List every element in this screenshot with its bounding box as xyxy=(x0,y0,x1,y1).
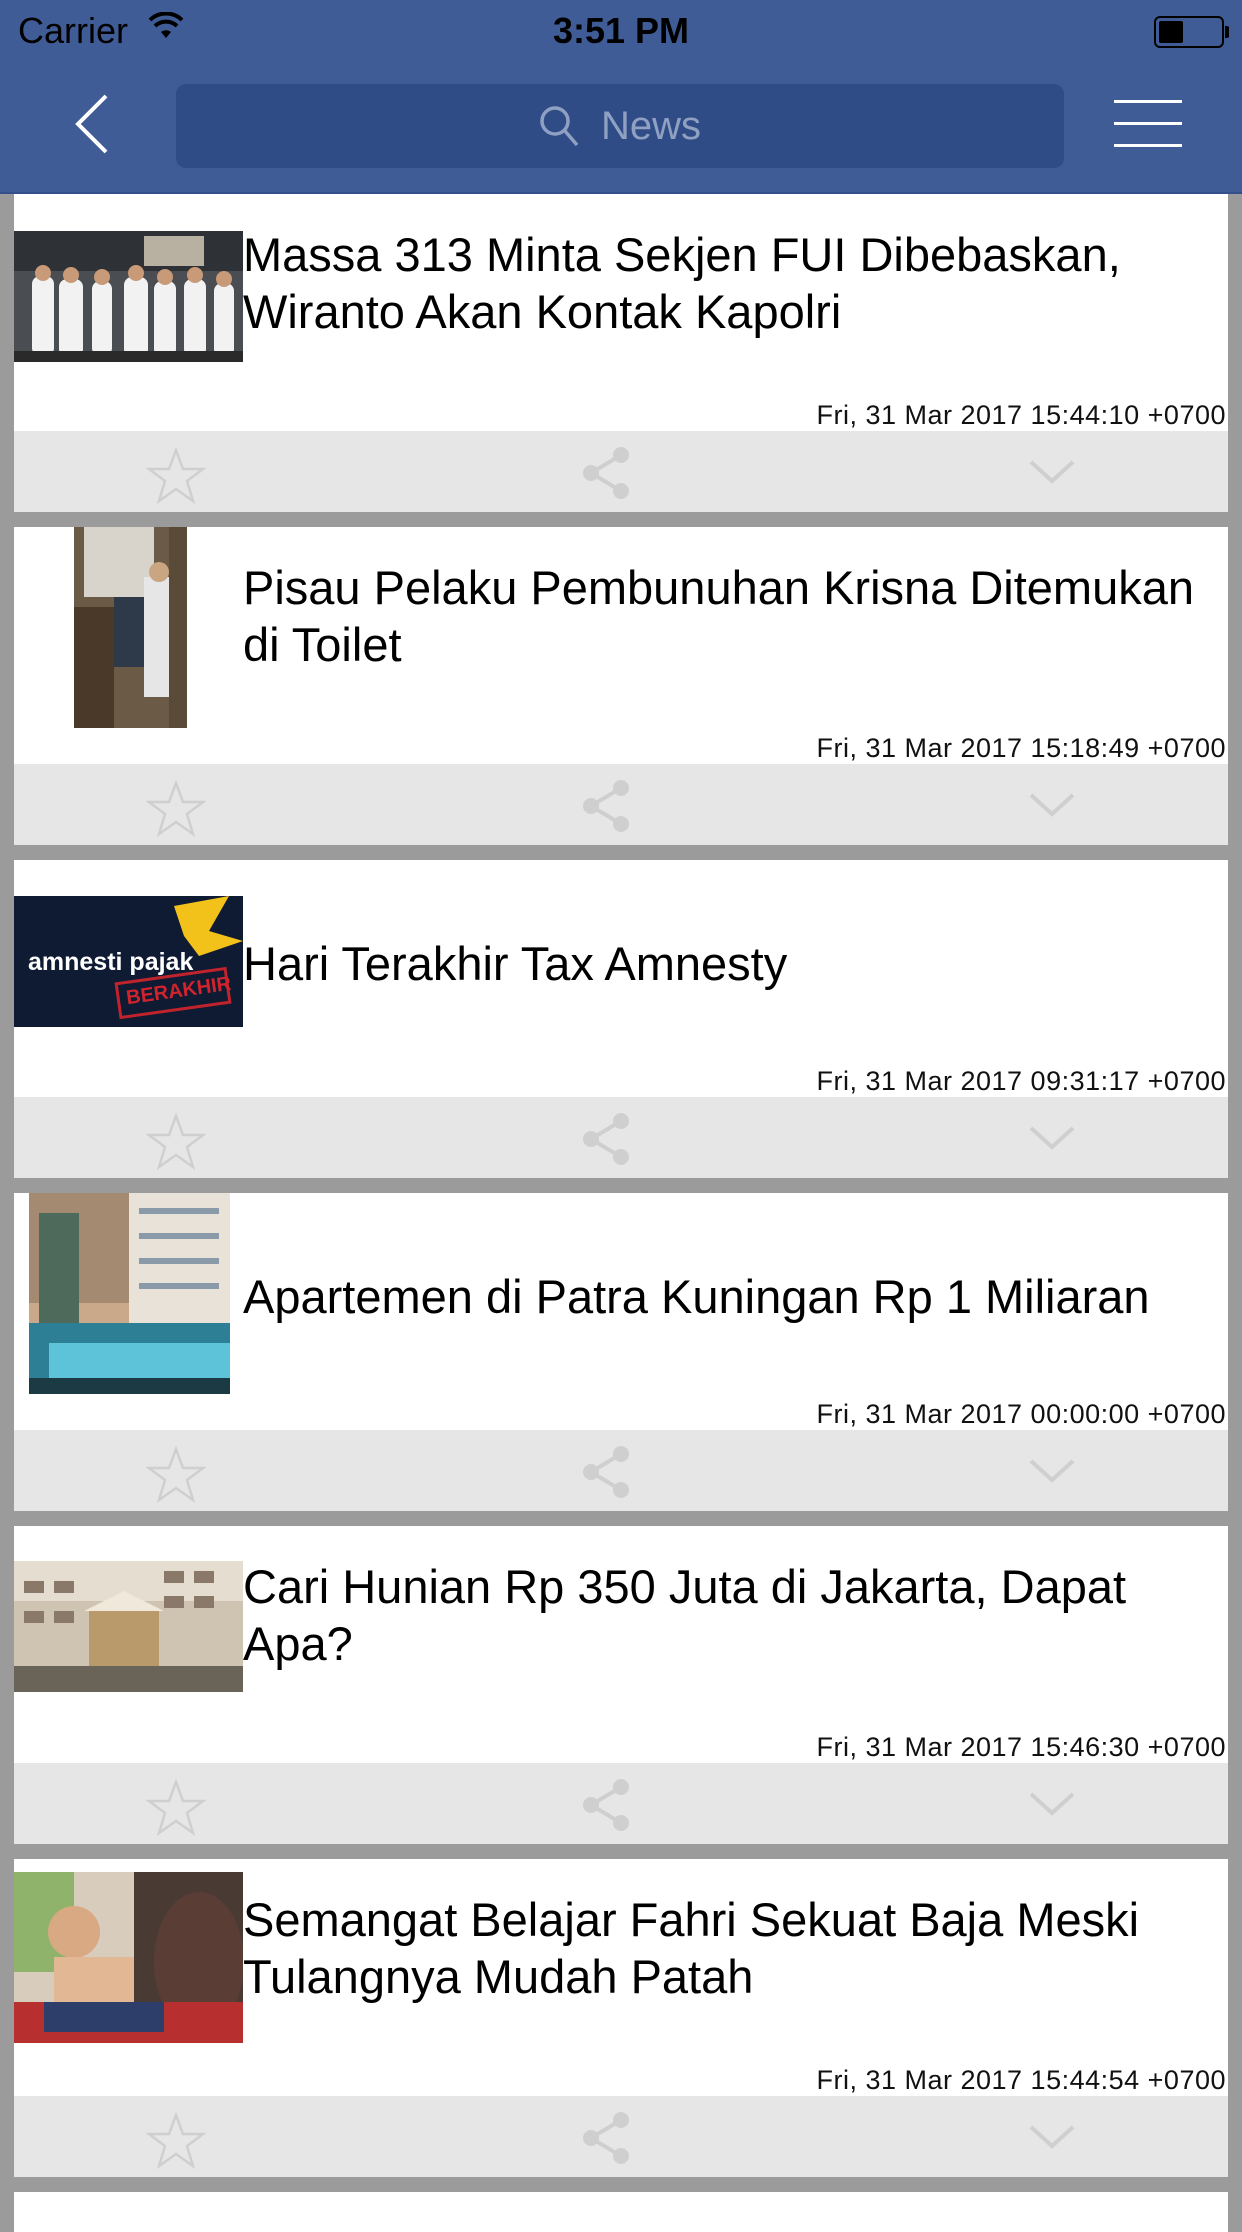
news-card[interactable]: amnesti pajak BERAKHIR Hari Terakhir Tax… xyxy=(14,860,1228,1178)
card-action-bar xyxy=(14,764,1228,845)
card-action-bar xyxy=(14,1097,1228,1178)
news-thumbnail xyxy=(14,231,243,362)
news-date: Fri, 31 Mar 2017 15:44:54 +0700 xyxy=(816,2065,1226,2095)
news-title[interactable]: Massa 313 Minta Sekjen FUI Dibebaskan, W… xyxy=(243,226,1214,340)
news-title[interactable]: Apartemen di Patra Kuningan Rp 1 Miliara… xyxy=(243,1261,1214,1331)
news-date: Fri, 31 Mar 2017 09:31:17 +0700 xyxy=(816,1066,1226,1096)
back-button[interactable] xyxy=(70,92,118,156)
status-bar: Carrier 3:51 PM xyxy=(0,0,1242,62)
news-thumbnail xyxy=(74,527,187,728)
search-icon xyxy=(540,106,579,147)
battery-icon xyxy=(1154,16,1229,48)
share-icon[interactable] xyxy=(579,2110,635,2171)
news-card[interactable]: Apartemen di Patra Kuningan Rp 1 Miliara… xyxy=(14,1193,1228,1511)
star-icon[interactable] xyxy=(145,1445,207,1509)
card-action-bar xyxy=(14,1763,1228,1844)
hamburger-icon xyxy=(1114,100,1182,147)
thumb-logo-text: amnesti pajak xyxy=(28,948,194,976)
news-card[interactable]: Pisau Pelaku Pembunuhan Krisna Ditemukan… xyxy=(14,527,1228,845)
star-icon[interactable] xyxy=(145,779,207,843)
news-title[interactable]: Cari Hunian Rp 350 Juta di Jakarta, Dapa… xyxy=(243,1558,1214,1672)
clock: 3:51 PM xyxy=(552,10,690,51)
share-icon[interactable] xyxy=(579,1444,635,1505)
news-card[interactable]: Massa 313 Minta Sekjen FUI Dibebaskan, W… xyxy=(14,194,1228,512)
news-date: Fri, 31 Mar 2017 15:46:30 +0700 xyxy=(816,1732,1226,1762)
card-action-bar xyxy=(14,431,1228,512)
news-list: Massa 313 Minta Sekjen FUI Dibebaskan, W… xyxy=(14,194,1228,2232)
chevron-down-icon[interactable] xyxy=(1028,792,1076,823)
star-icon[interactable] xyxy=(145,1112,207,1176)
search-field[interactable]: News xyxy=(176,84,1064,168)
chevron-left-icon xyxy=(75,94,108,154)
chevron-down-icon[interactable] xyxy=(1028,1791,1076,1822)
news-card[interactable]: Cari Hunian Rp 350 Juta di Jakarta, Dapa… xyxy=(14,1526,1228,1844)
search-placeholder: News xyxy=(600,103,702,148)
news-card-partial[interactable] xyxy=(14,2192,1228,2232)
chevron-down-icon[interactable] xyxy=(1028,459,1076,490)
news-thumbnail xyxy=(14,1872,243,2043)
news-date: Fri, 31 Mar 2017 15:18:49 +0700 xyxy=(816,733,1226,763)
news-card[interactable]: Semangat Belajar Fahri Sekuat Baja Meski… xyxy=(14,1859,1228,2177)
news-title[interactable]: Hari Terakhir Tax Amnesty xyxy=(243,928,1214,998)
share-icon[interactable] xyxy=(579,1777,635,1838)
news-title[interactable]: Semangat Belajar Fahri Sekuat Baja Meski… xyxy=(243,1891,1214,2005)
chevron-down-icon[interactable] xyxy=(1028,1125,1076,1156)
news-thumbnail xyxy=(14,1561,243,1692)
news-thumbnail xyxy=(29,1193,230,1394)
card-action-bar xyxy=(14,1430,1228,1511)
chevron-down-icon[interactable] xyxy=(1028,2124,1076,2155)
star-icon[interactable] xyxy=(145,2111,207,2175)
news-date: Fri, 31 Mar 2017 15:44:10 +0700 xyxy=(816,400,1226,430)
share-icon[interactable] xyxy=(579,445,635,506)
share-icon[interactable] xyxy=(579,1111,635,1172)
star-icon[interactable] xyxy=(145,446,207,510)
star-icon[interactable] xyxy=(145,1778,207,1842)
news-title[interactable]: Pisau Pelaku Pembunuhan Krisna Ditemukan… xyxy=(243,559,1214,673)
nav-bar: Carrier 3:51 PM News xyxy=(0,0,1242,194)
chevron-down-icon[interactable] xyxy=(1028,1458,1076,1489)
news-thumbnail: amnesti pajak BERAKHIR xyxy=(14,896,243,1027)
card-action-bar xyxy=(14,2096,1228,2177)
news-date: Fri, 31 Mar 2017 00:00:00 +0700 xyxy=(816,1399,1226,1429)
share-icon[interactable] xyxy=(579,778,635,839)
menu-button[interactable] xyxy=(1114,100,1182,148)
